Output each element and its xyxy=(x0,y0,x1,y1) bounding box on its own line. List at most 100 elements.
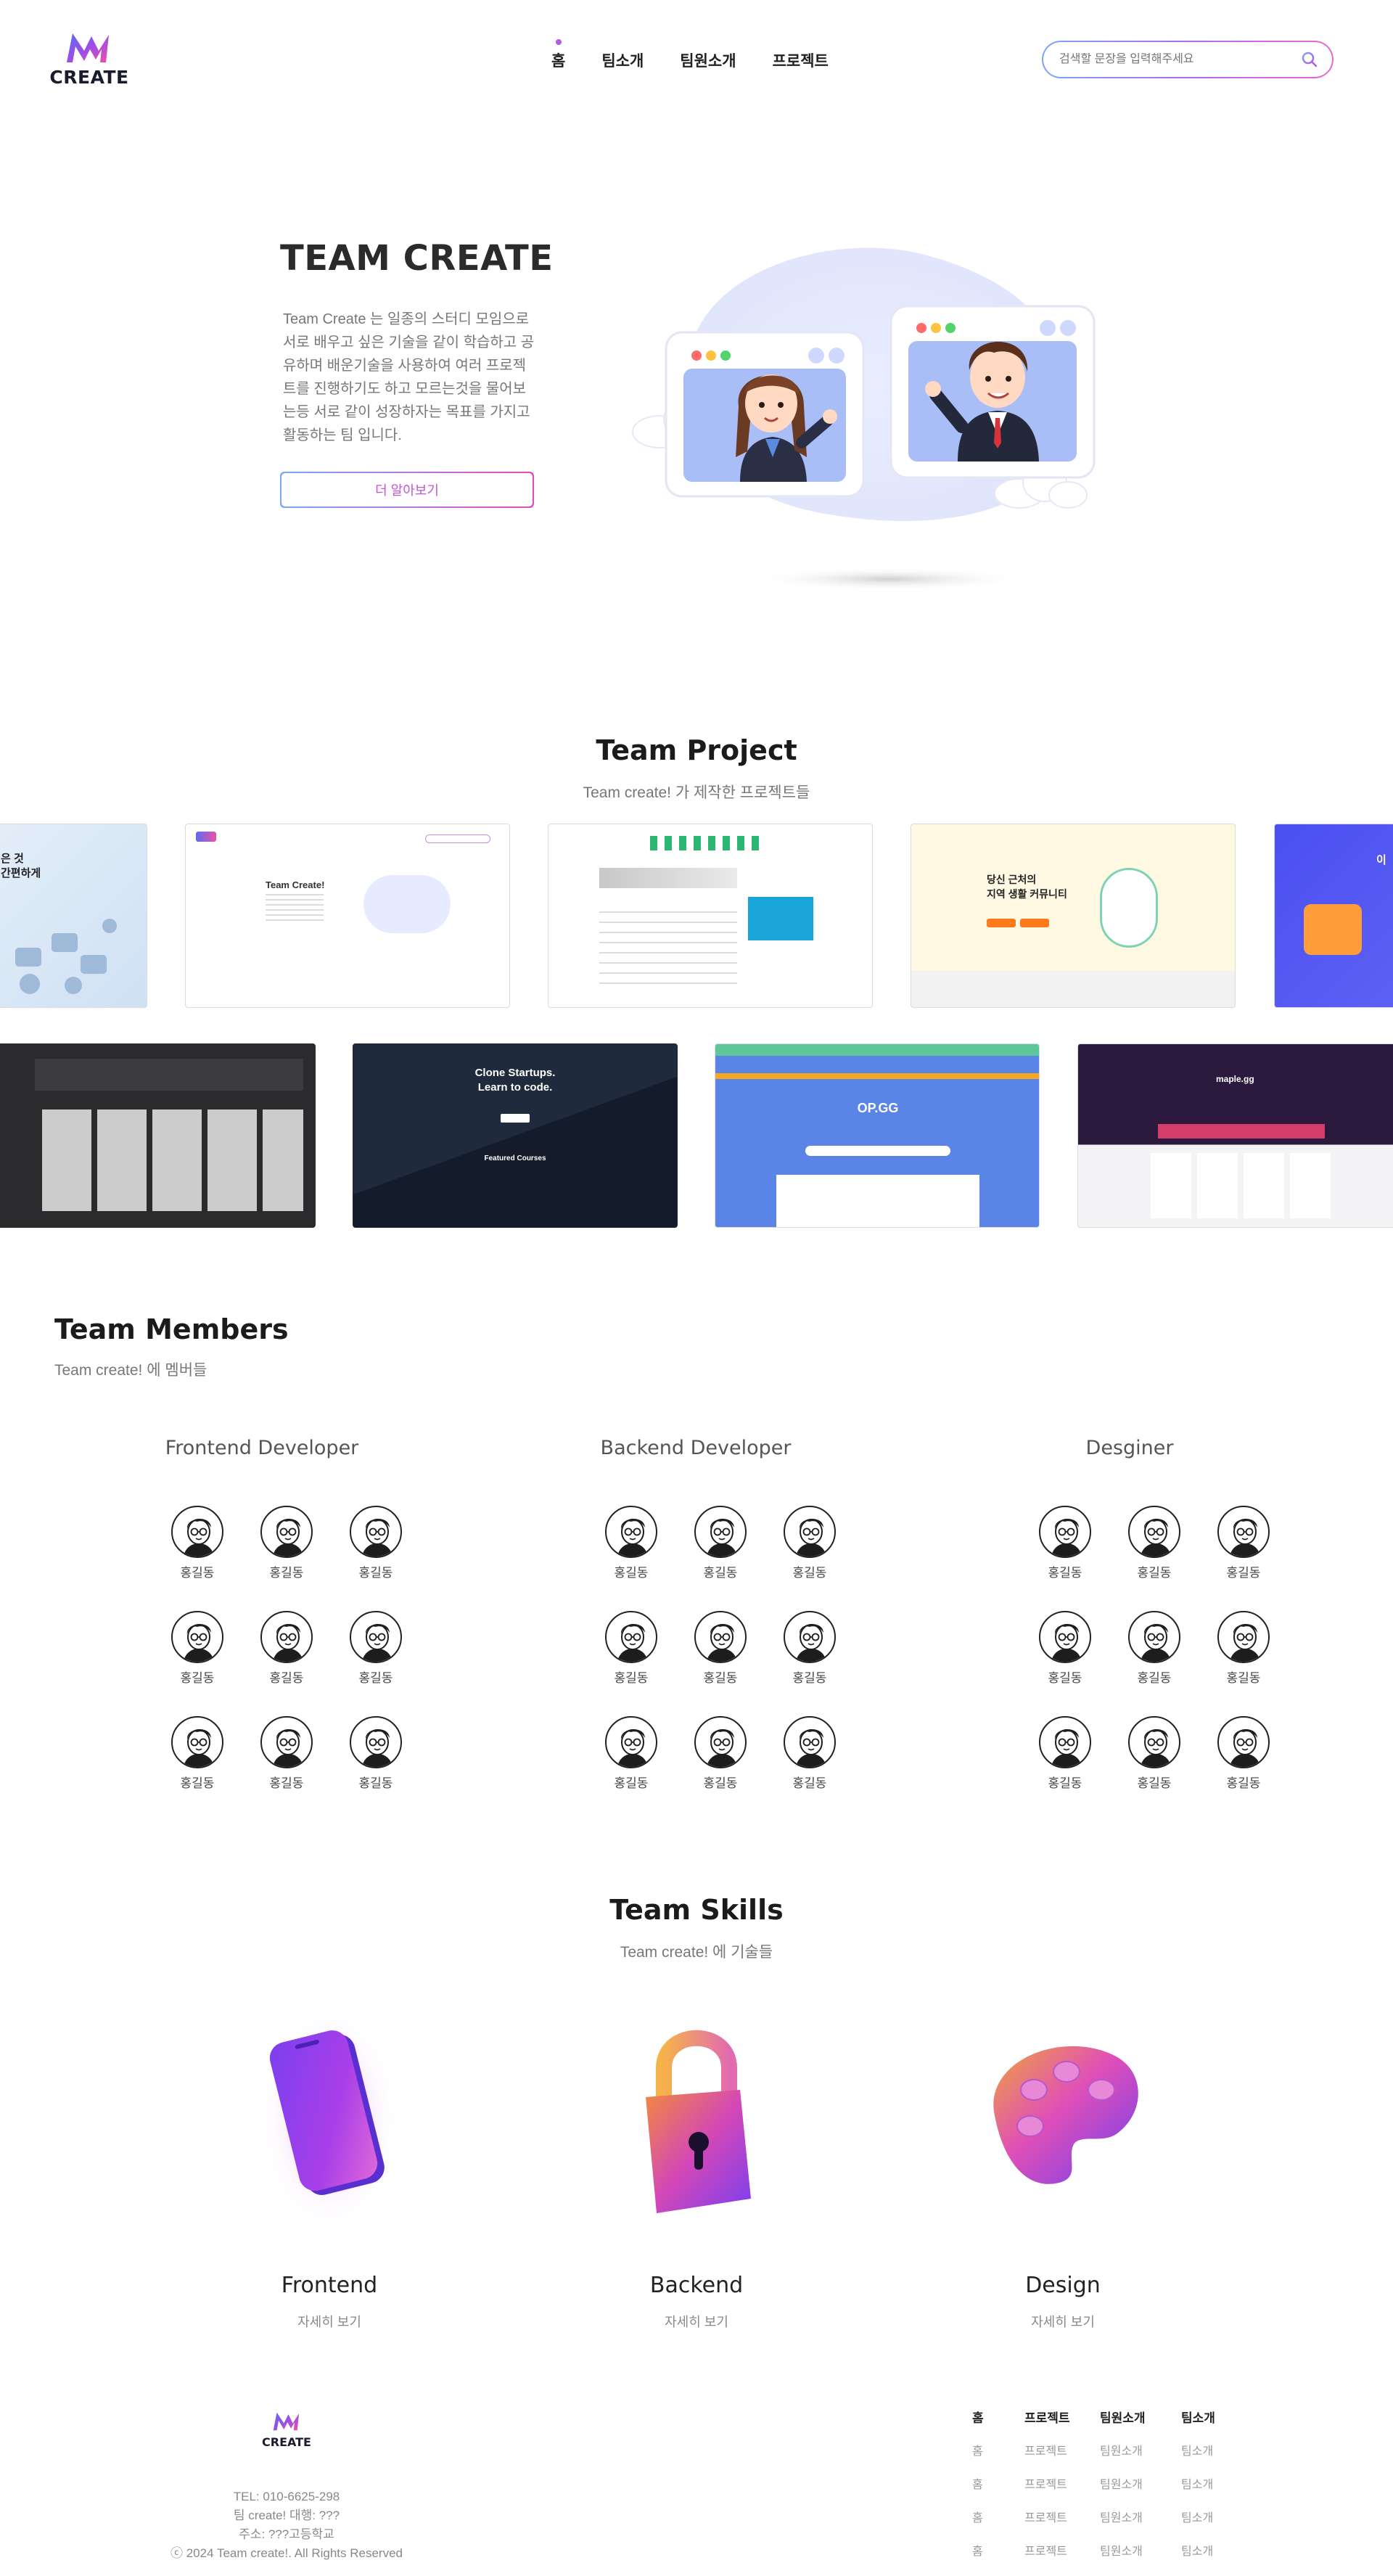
project-button-icon xyxy=(987,919,1016,927)
skill-backend[interactable]: Backend 자세히 보기 xyxy=(588,1988,805,2337)
footer-link[interactable]: 홈 xyxy=(972,2508,1001,2541)
footer-link[interactable]: 팀원소개 xyxy=(1100,2441,1159,2474)
member-card[interactable]: 홍길동 xyxy=(171,1716,223,1791)
member-card[interactable]: 홍길동 xyxy=(1039,1611,1091,1686)
project-grid-thumbs xyxy=(42,1109,303,1211)
member-card[interactable]: 홍길동 xyxy=(1217,1716,1270,1791)
project-row-2: Clone Startups. Learn to code. Featured … xyxy=(0,1043,1393,1229)
member-card[interactable]: 홍길동 xyxy=(694,1506,747,1580)
member-name: 홍길동 xyxy=(703,1671,738,1685)
project-card[interactable] xyxy=(0,1043,316,1228)
avatar xyxy=(260,1506,313,1558)
project-card[interactable]: 은 것 간편하게 xyxy=(0,824,147,1008)
nav-team-intro[interactable]: 팀소개 xyxy=(601,49,644,71)
nav-home[interactable]: 홈 xyxy=(551,39,565,71)
project-card[interactable]: 이 xyxy=(1274,824,1393,1008)
member-card[interactable]: 홍길동 xyxy=(350,1716,402,1791)
search-input[interactable] xyxy=(1059,53,1299,66)
member-name: 홍길동 xyxy=(269,1776,304,1790)
member-name: 홍길동 xyxy=(792,1566,827,1580)
member-group: Desginer 홍길동 홍길동 홍길동 홍길동 홍길동 홍길동 홍길동 홍길동 홍길동 xyxy=(985,1437,1275,1790)
project-card[interactable]: Clone Startups. Learn to code. Featured … xyxy=(353,1043,678,1228)
member-card[interactable]: 홍길동 xyxy=(171,1506,223,1580)
project-card[interactable]: OP.GG xyxy=(715,1043,1040,1228)
member-name: 홍길동 xyxy=(180,1566,215,1580)
member-card[interactable]: 홍길동 xyxy=(1039,1506,1091,1580)
skill-frontend[interactable]: Frontend 자세히 보기 xyxy=(221,1988,438,2337)
search-icon[interactable] xyxy=(1299,49,1320,70)
member-card[interactable]: 홍길동 xyxy=(1128,1611,1180,1686)
project-card-text: 은 것 간편하게 xyxy=(1,853,41,879)
project-card[interactable]: Team Create! xyxy=(185,824,510,1008)
project-text-lines xyxy=(599,911,737,984)
footer-link[interactable]: 프로젝트 xyxy=(1024,2541,1080,2575)
member-name: 홍길동 xyxy=(358,1671,393,1685)
avatar xyxy=(784,1716,836,1768)
logo-text: CREATE xyxy=(49,67,129,88)
member-role-title: Frontend Developer xyxy=(165,1437,359,1459)
project-ad-banner xyxy=(776,1175,979,1227)
member-card[interactable]: 홍길동 xyxy=(605,1611,657,1686)
footer-link[interactable]: 팀소개 xyxy=(1181,2474,1225,2508)
member-card[interactable]: 홍길동 xyxy=(694,1611,747,1686)
project-card[interactable] xyxy=(548,824,873,1008)
member-card[interactable]: 홍길동 xyxy=(350,1611,402,1686)
footer-col-head[interactable]: 팀소개 xyxy=(1181,2408,1225,2441)
footer-link[interactable]: 홈 xyxy=(972,2441,1001,2474)
footer-copyright: ⓒ 2024 Team create!. All Rights Reserved xyxy=(170,2546,403,2560)
member-card[interactable]: 홍길동 xyxy=(260,1506,313,1580)
member-card[interactable]: 홍길동 xyxy=(1128,1716,1180,1791)
footer-col-head[interactable]: 프로젝트 xyxy=(1024,2408,1080,2441)
member-card[interactable]: 홍길동 xyxy=(350,1506,402,1580)
avatar xyxy=(171,1506,223,1558)
member-card[interactable]: 홍길동 xyxy=(784,1506,836,1580)
member-grid: 홍길동 홍길동 홍길동 홍길동 홍길동 홍길동 홍길동 홍길동 홍길동 xyxy=(1039,1506,1270,1791)
footer-link[interactable]: 프로젝트 xyxy=(1024,2508,1080,2541)
footer-link[interactable]: 팀소개 xyxy=(1181,2441,1225,2474)
footer-link[interactable]: 홈 xyxy=(972,2541,1001,2575)
member-group: Frontend Developer 홍길동 홍길동 홍길동 홍길동 홍길동 홍길동 홍길동 홍… xyxy=(117,1437,407,1790)
footer-logo[interactable]: CREATE xyxy=(254,2409,319,2453)
footer-link[interactable]: 팀소개 xyxy=(1181,2508,1225,2541)
member-card[interactable]: 홍길동 xyxy=(1128,1506,1180,1580)
footer-nav: 홈 홈 홈 홈 홈 프로젝트 프로젝트 프로젝트 프로젝트 프로젝트 팀원소개 … xyxy=(972,2408,1225,2575)
member-card[interactable]: 홍길동 xyxy=(784,1611,836,1686)
footer-link[interactable]: 프로젝트 xyxy=(1024,2441,1080,2474)
member-card[interactable]: 홍길동 xyxy=(784,1716,836,1791)
nav-projects[interactable]: 프로젝트 xyxy=(773,49,829,71)
site-logo[interactable]: CREATE xyxy=(42,29,136,88)
member-card[interactable]: 홍길동 xyxy=(260,1611,313,1686)
footer-col-home: 홈 홈 홈 홈 홈 xyxy=(972,2408,1001,2575)
footer-col-head[interactable]: 홈 xyxy=(972,2408,1001,2441)
members-title: Team Members xyxy=(54,1313,289,1345)
project-card[interactable]: 당신 근처의 지역 생활 커뮤니티 xyxy=(911,824,1236,1008)
footer-link[interactable]: 팀소개 xyxy=(1181,2541,1225,2575)
member-card[interactable]: 홍길동 xyxy=(1217,1611,1270,1686)
skill-design[interactable]: Design 자세히 보기 xyxy=(954,1988,1172,2337)
member-card[interactable]: 홍길동 xyxy=(605,1716,657,1791)
footer-link[interactable]: 팀원소개 xyxy=(1100,2508,1159,2541)
project-card[interactable]: maple.gg xyxy=(1077,1043,1393,1228)
nav-members[interactable]: 팀원소개 xyxy=(680,49,736,71)
project-row-1: 은 것 간편하게 Team Create! 당신 근처의 지역 생활 커뮤니티 … xyxy=(0,824,1393,1009)
members-subtitle: Team create! 에 멤버들 xyxy=(54,1362,207,1379)
skill-details-link[interactable]: 자세히 보기 xyxy=(588,2312,805,2331)
footer-link[interactable]: 팀원소개 xyxy=(1100,2474,1159,2508)
project-card-text: 이 xyxy=(1376,854,1386,866)
skill-details-link[interactable]: 자세히 보기 xyxy=(221,2312,438,2331)
member-card[interactable]: 홍길동 xyxy=(260,1716,313,1791)
member-card[interactable]: 홍길동 xyxy=(171,1611,223,1686)
learn-more-button[interactable]: 더 알아보기 xyxy=(280,472,534,508)
avatar xyxy=(694,1716,747,1768)
member-card[interactable]: 홍길동 xyxy=(1217,1506,1270,1580)
project-search-icon xyxy=(425,834,490,843)
member-name: 홍길동 xyxy=(358,1566,393,1580)
footer-link[interactable]: 팀원소개 xyxy=(1100,2541,1159,2575)
footer-link[interactable]: 프로젝트 xyxy=(1024,2474,1080,2508)
member-card[interactable]: 홍길동 xyxy=(1039,1716,1091,1791)
skill-details-link[interactable]: 자세히 보기 xyxy=(954,2312,1172,2331)
footer-col-head[interactable]: 팀원소개 xyxy=(1100,2408,1159,2441)
member-card[interactable]: 홍길동 xyxy=(694,1716,747,1791)
member-card[interactable]: 홍길동 xyxy=(605,1506,657,1580)
footer-link[interactable]: 홈 xyxy=(972,2474,1001,2508)
